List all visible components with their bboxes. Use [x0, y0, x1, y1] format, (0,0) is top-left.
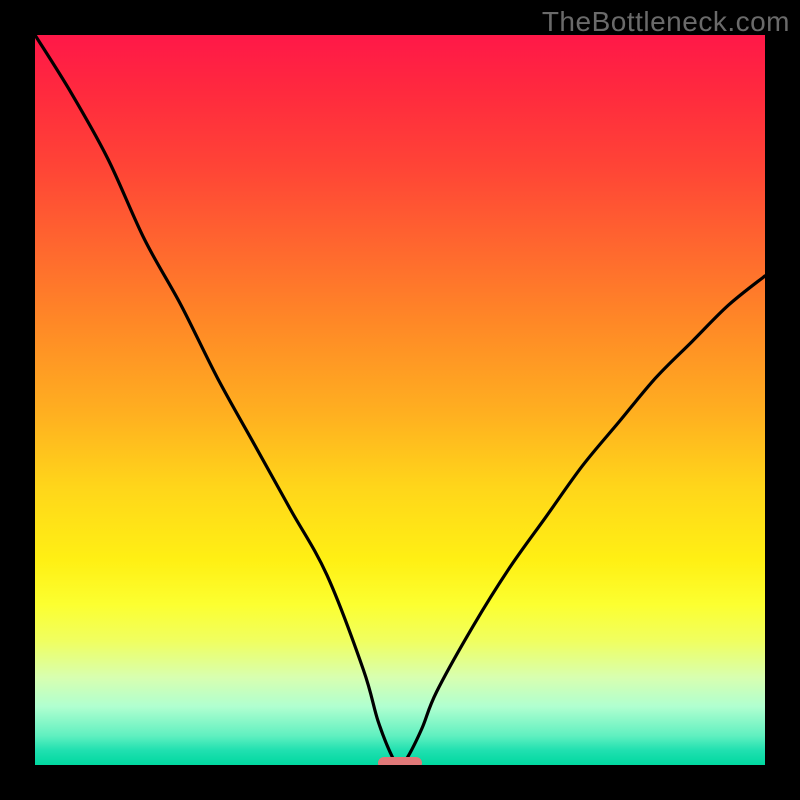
watermark-text: TheBottleneck.com: [542, 6, 790, 38]
bottleneck-curve-path: [35, 35, 765, 765]
plot-area: [35, 35, 765, 765]
chart-container: TheBottleneck.com: [0, 0, 800, 800]
optimal-range-marker: [378, 757, 422, 765]
curve-svg: [35, 35, 765, 765]
